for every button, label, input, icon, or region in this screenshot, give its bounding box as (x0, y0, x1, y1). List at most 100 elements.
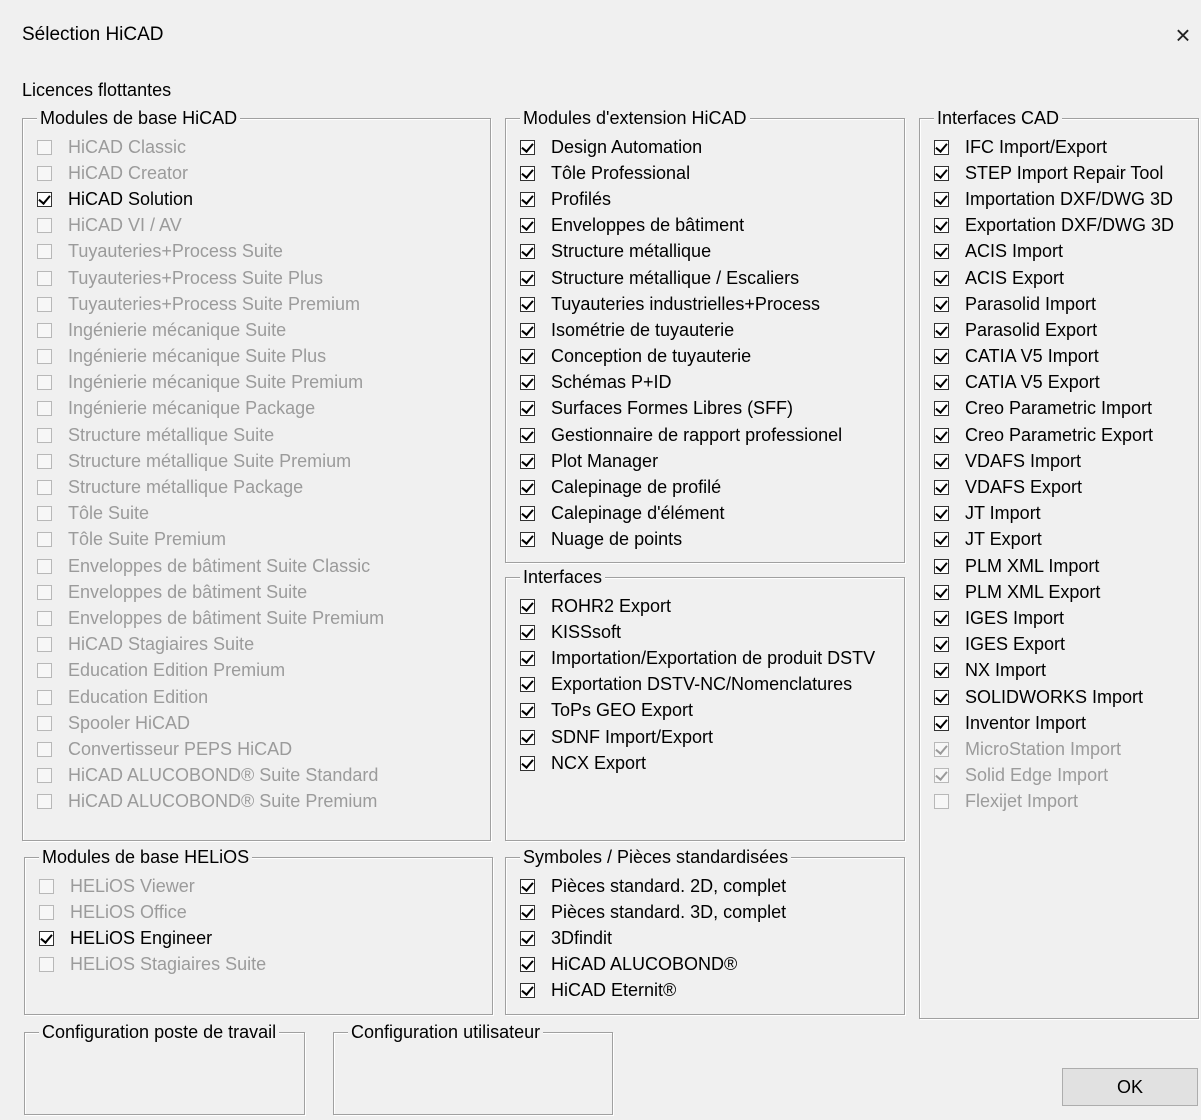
checkbox-item[interactable]: CATIA V5 Export (934, 370, 1174, 396)
checkbox-item[interactable]: Importation/Exportation de produit DSTV (520, 645, 875, 671)
checkbox-item[interactable]: ACIS Export (934, 265, 1174, 291)
checkbox-item[interactable]: Calepinage d'élément (520, 501, 842, 527)
checkbox[interactable] (520, 930, 535, 946)
checkbox[interactable] (934, 322, 949, 338)
checkbox-item[interactable]: Gestionnaire de rapport professionel (520, 422, 842, 448)
checkbox[interactable] (520, 244, 535, 260)
checkbox-item[interactable]: HiCAD Eternit® (520, 978, 786, 1004)
checkbox-item[interactable]: Nuage de points (520, 527, 842, 553)
checkbox[interactable] (520, 480, 535, 496)
checkbox-item[interactable]: Schémas P+ID (520, 370, 842, 396)
checkbox[interactable] (37, 191, 52, 207)
checkbox[interactable] (934, 715, 949, 731)
checkbox-item[interactable]: Parasolid Import (934, 291, 1174, 317)
checkbox-item[interactable]: IGES Export (934, 632, 1174, 658)
checkbox-item[interactable]: JT Import (934, 501, 1174, 527)
checkbox-item[interactable]: 3Dfindit (520, 925, 786, 951)
checkbox-item[interactable]: NCX Export (520, 750, 875, 776)
checkbox-item[interactable]: Structure métallique / Escaliers (520, 265, 842, 291)
checkbox[interactable] (520, 983, 535, 999)
checkbox[interactable] (520, 957, 535, 973)
checkbox[interactable] (934, 480, 949, 496)
checkbox[interactable] (520, 375, 535, 391)
checkbox-item[interactable]: Surfaces Formes Libres (SFF) (520, 396, 842, 422)
checkbox[interactable] (520, 532, 535, 548)
checkbox-item[interactable]: Parasolid Export (934, 317, 1174, 343)
close-icon[interactable]: × (1166, 18, 1200, 52)
checkbox-item[interactable]: Creo Parametric Import (934, 396, 1174, 422)
checkbox[interactable] (520, 650, 535, 666)
checkbox[interactable] (934, 349, 949, 365)
checkbox[interactable] (520, 165, 535, 181)
checkbox-item[interactable]: PLM XML Export (934, 579, 1174, 605)
checkbox[interactable] (934, 244, 949, 260)
checkbox-item[interactable]: Isométrie de tuyauterie (520, 317, 842, 343)
checkbox[interactable] (934, 165, 949, 181)
checkbox[interactable] (520, 755, 535, 771)
checkbox-item[interactable]: Design Automation (520, 134, 842, 160)
checkbox-item[interactable]: Tuyauteries industrielles+Process (520, 291, 842, 317)
checkbox-item[interactable]: Pièces standard. 3D, complet (520, 899, 786, 925)
checkbox[interactable] (520, 270, 535, 286)
ok-button[interactable]: OK (1062, 1068, 1198, 1106)
checkbox[interactable] (520, 677, 535, 693)
checkbox[interactable] (520, 506, 535, 522)
checkbox-item[interactable]: Profilés (520, 186, 842, 212)
checkbox[interactable] (520, 729, 535, 745)
checkbox[interactable] (520, 139, 535, 155)
checkbox[interactable] (934, 453, 949, 469)
checkbox-item[interactable]: Conception de tuyauterie (520, 344, 842, 370)
checkbox[interactable] (934, 610, 949, 626)
checkbox[interactable] (934, 637, 949, 653)
checkbox[interactable] (39, 930, 54, 946)
checkbox[interactable] (934, 401, 949, 417)
checkbox-item[interactable]: IFC Import/Export (934, 134, 1174, 160)
checkbox[interactable] (934, 296, 949, 312)
checkbox-item[interactable]: Exportation DXF/DWG 3D (934, 213, 1174, 239)
checkbox-item[interactable]: ROHR2 Export (520, 593, 875, 619)
checkbox[interactable] (520, 191, 535, 207)
checkbox[interactable] (520, 322, 535, 338)
checkbox-item[interactable]: Plot Manager (520, 448, 842, 474)
checkbox[interactable] (520, 401, 535, 417)
checkbox-item[interactable]: VDAFS Import (934, 448, 1174, 474)
checkbox[interactable] (520, 296, 535, 312)
checkbox[interactable] (520, 598, 535, 614)
checkbox-item[interactable]: HiCAD ALUCOBOND® (520, 952, 786, 978)
checkbox-item[interactable]: Tôle Professional (520, 160, 842, 186)
checkbox-item[interactable]: ToPs GEO Export (520, 698, 875, 724)
checkbox[interactable] (934, 663, 949, 679)
checkbox[interactable] (934, 689, 949, 705)
checkbox[interactable] (520, 427, 535, 443)
checkbox[interactable] (934, 191, 949, 207)
checkbox-item[interactable]: IGES Import (934, 605, 1174, 631)
checkbox-item[interactable]: Exportation DSTV-NC/Nomenclatures (520, 672, 875, 698)
checkbox-item[interactable]: Structure métallique (520, 239, 842, 265)
checkbox[interactable] (934, 584, 949, 600)
checkbox-item[interactable]: PLM XML Import (934, 553, 1174, 579)
checkbox-item[interactable]: STEP Import Repair Tool (934, 160, 1174, 186)
checkbox[interactable] (934, 558, 949, 574)
checkbox-item[interactable]: SDNF Import/Export (520, 724, 875, 750)
checkbox-item[interactable]: Importation DXF/DWG 3D (934, 186, 1174, 212)
checkbox[interactable] (520, 349, 535, 365)
checkbox-item[interactable]: NX Import (934, 658, 1174, 684)
checkbox-item[interactable]: JT Export (934, 527, 1174, 553)
checkbox[interactable] (520, 218, 535, 234)
checkbox[interactable] (520, 904, 535, 920)
checkbox[interactable] (520, 703, 535, 719)
checkbox-item[interactable]: HELiOS Engineer (39, 925, 266, 951)
checkbox[interactable] (934, 139, 949, 155)
checkbox-item[interactable]: Calepinage de profilé (520, 474, 842, 500)
checkbox-item[interactable]: VDAFS Export (934, 474, 1174, 500)
checkbox-item[interactable]: Enveloppes de bâtiment (520, 213, 842, 239)
checkbox[interactable] (520, 878, 535, 894)
checkbox-item[interactable]: Pièces standard. 2D, complet (520, 873, 786, 899)
checkbox[interactable] (520, 453, 535, 469)
checkbox-item[interactable]: Creo Parametric Export (934, 422, 1174, 448)
checkbox[interactable] (934, 218, 949, 234)
checkbox[interactable] (934, 270, 949, 286)
checkbox-item[interactable]: KISSsoft (520, 619, 875, 645)
checkbox-item[interactable]: SOLIDWORKS Import (934, 684, 1174, 710)
checkbox[interactable] (520, 624, 535, 640)
